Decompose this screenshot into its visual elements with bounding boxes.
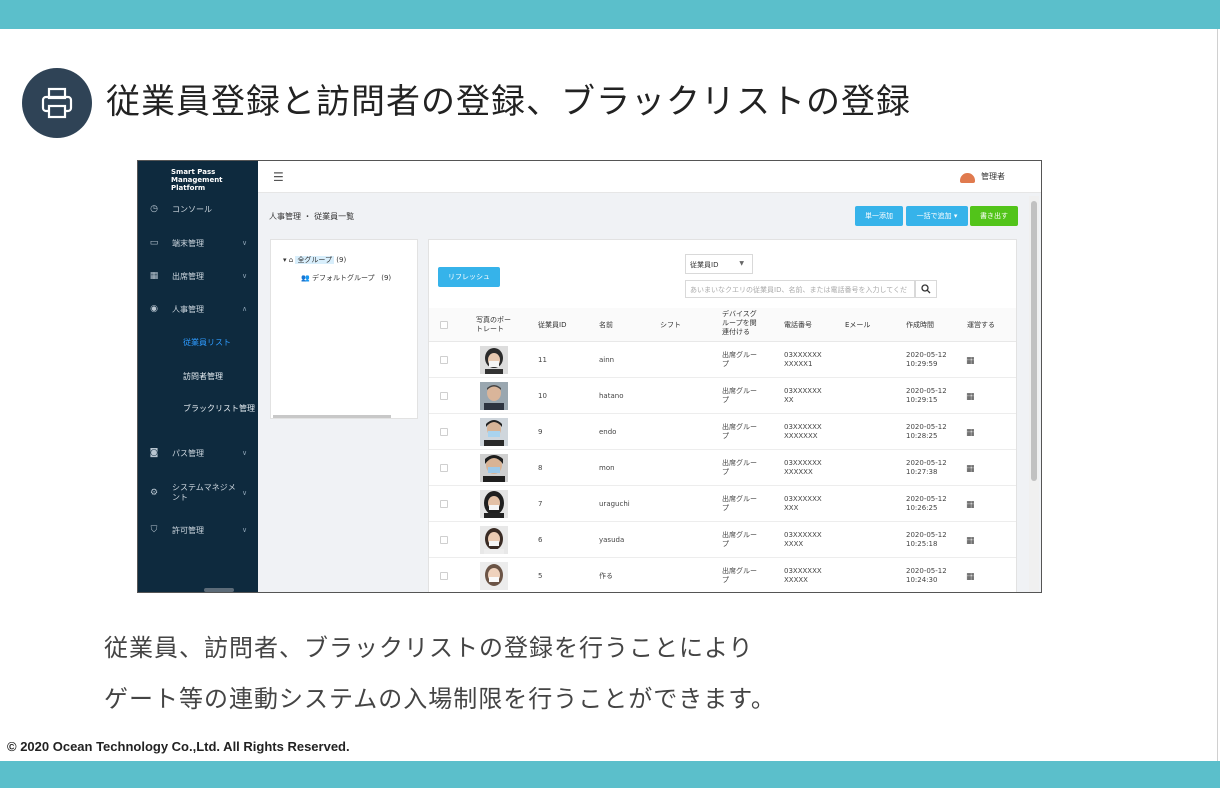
- console-icon: ◷: [150, 204, 158, 214]
- sidebar-item-device[interactable]: ▭ 端末管理 ∨: [138, 233, 258, 253]
- user-name[interactable]: 管理者: [981, 171, 1005, 182]
- top-accent-bar: [0, 0, 1220, 29]
- col-created: 作成時間: [906, 321, 934, 329]
- row-checkbox[interactable]: [440, 428, 448, 436]
- col-photo: 写真のポートレート: [476, 316, 511, 333]
- table-header: 写真のポートレート 従業員ID 名前 シフト デバイスグループを関連付ける 電話…: [429, 308, 1016, 342]
- row-checkbox[interactable]: [440, 356, 448, 364]
- grid-icon[interactable]: ▦: [966, 536, 975, 546]
- sidebar-scrollbar[interactable]: [204, 588, 234, 592]
- grid-icon[interactable]: ▦: [966, 572, 975, 582]
- table-row[interactable]: 10 hatano 出席グループ 03XXXXXXXX 2020-05-12 1…: [429, 378, 1016, 414]
- col-group: デバイスグループを関連付ける: [722, 310, 757, 336]
- menu-collapse-icon[interactable]: ☰: [273, 170, 284, 184]
- bottom-accent-bar: [0, 761, 1220, 788]
- chevron-down-icon: ∨: [242, 239, 248, 247]
- sidebar-item-hr[interactable]: ◉ 人事管理 ∧: [138, 299, 258, 319]
- app-screenshot: Smart Pass Management Platform ◷ コンソール ▭…: [137, 160, 1042, 593]
- col-operate: 運営する: [967, 321, 995, 329]
- row-checkbox[interactable]: [440, 500, 448, 508]
- sidebar-subitem-visitor[interactable]: 訪問者管理: [183, 371, 223, 382]
- chevron-up-icon: ∧: [242, 305, 248, 313]
- printer-icon: [22, 68, 92, 138]
- sidebar-item-attendance[interactable]: ▦ 出席管理 ∨: [138, 266, 258, 286]
- home-icon: ⌂: [288, 256, 294, 264]
- employee-photo: [480, 418, 508, 446]
- chevron-down-icon: ▾: [951, 212, 958, 220]
- col-shift: シフト: [660, 321, 681, 329]
- grid-icon[interactable]: ▦: [966, 392, 975, 402]
- employee-photo: [480, 526, 508, 554]
- slide-border: [1217, 29, 1218, 761]
- page-scrollbar-thumb[interactable]: [1031, 201, 1037, 481]
- col-phone: 電話番号: [784, 321, 812, 329]
- calendar-icon: ▦: [149, 271, 159, 281]
- search-field-select[interactable]: 従業員ID ▼: [685, 254, 753, 274]
- chevron-down-icon: ∨: [242, 526, 248, 534]
- shield-icon: ⛉: [150, 525, 158, 535]
- users-icon: 👥: [301, 274, 310, 282]
- table-row[interactable]: 7 uraguchi 出席グループ 03XXXXXXXXX 2020-05-12…: [429, 486, 1016, 522]
- table-row[interactable]: 8 mon 出席グループ 03XXXXXXXXXXXX 2020-05-12 1…: [429, 450, 1016, 486]
- slide-title: 従業員登録と訪問者の登録、ブラックリストの登録: [106, 82, 911, 122]
- breadcrumb: 人事管理 ・ 従業員一覧: [269, 212, 355, 221]
- sidebar: Smart Pass Management Platform ◷ コンソール ▭…: [138, 161, 258, 592]
- search-icon: [921, 284, 931, 294]
- single-add-button[interactable]: 単一添加: [855, 206, 903, 226]
- gear-icon: ⚙: [149, 488, 159, 498]
- row-checkbox[interactable]: [440, 464, 448, 472]
- search-input[interactable]: あいまいなクエリの従業員ID、名前、または電話番号を入力してくだ: [685, 280, 915, 298]
- table-row[interactable]: 9 endo 出席グループ 03XXXXXXXXXXXXX 2020-05-12…: [429, 414, 1016, 450]
- description-line-2: ゲート等の連動システムの入場制限を行うことができます。: [104, 685, 776, 713]
- person-icon: ◉: [150, 304, 158, 314]
- col-name: 名前: [599, 321, 613, 329]
- user-avatar[interactable]: [960, 173, 975, 183]
- employee-photo: [480, 454, 508, 482]
- row-checkbox[interactable]: [440, 536, 448, 544]
- tree-child[interactable]: 👥 デフォルトグループ (9): [301, 273, 391, 283]
- table-row[interactable]: 11 ainn 出席グループ 03XXXXXXXXXXX1 2020-05-12…: [429, 342, 1016, 378]
- sidebar-subitem-employee-list[interactable]: 従業員リスト: [183, 337, 231, 348]
- employee-photo: [480, 346, 508, 374]
- sidebar-item-console[interactable]: ◷ コンソール: [138, 199, 258, 219]
- sidebar-subitem-blacklist[interactable]: ブラックリスト管理: [183, 404, 255, 414]
- grid-icon[interactable]: ▦: [966, 464, 975, 474]
- col-id: 従業員ID: [538, 321, 567, 329]
- caret-down-icon: ▾: [283, 256, 287, 264]
- bulk-add-button[interactable]: 一括で追加 ▾: [906, 206, 968, 226]
- chevron-down-icon: ∨: [242, 489, 248, 497]
- table-row[interactable]: 6 yasuda 出席グループ 03XXXXXXXXXX 2020-05-12 …: [429, 522, 1016, 558]
- device-icon: ▭: [149, 238, 159, 248]
- grid-icon[interactable]: ▦: [966, 428, 975, 438]
- tree-root[interactable]: ▾ ⌂ 全グループ (9): [283, 255, 346, 265]
- copyright: © 2020 Ocean Technology Co.,Ltd. All Rig…: [7, 739, 350, 754]
- caret-down-icon: ▼: [739, 260, 744, 267]
- sidebar-item-system[interactable]: ⚙ システムマネジメント ∨: [138, 479, 258, 507]
- sidebar-item-pass[interactable]: ◙ パス管理 ∨: [138, 443, 258, 463]
- row-checkbox[interactable]: [440, 572, 448, 580]
- refresh-button[interactable]: リフレッシュ: [438, 267, 500, 287]
- chevron-down-icon: ∨: [242, 449, 248, 457]
- employee-photo: [480, 382, 508, 410]
- row-checkbox[interactable]: [440, 392, 448, 400]
- tree-scrollbar[interactable]: [273, 415, 391, 418]
- employee-table-panel: リフレッシュ 従業員ID ▼ あいまいなクエリの従業員ID、名前、または電話番号…: [428, 239, 1017, 592]
- search-button[interactable]: [915, 280, 937, 298]
- export-button[interactable]: 書き出す: [970, 206, 1018, 226]
- pass-icon: ◙: [149, 448, 159, 458]
- sidebar-item-permission[interactable]: ⛉ 許可管理 ∨: [138, 520, 258, 540]
- col-email: Eメール: [845, 321, 871, 329]
- chevron-down-icon: ∨: [242, 272, 248, 280]
- grid-icon[interactable]: ▦: [966, 500, 975, 510]
- grid-icon[interactable]: ▦: [966, 356, 975, 366]
- employee-photo: [480, 562, 508, 590]
- select-all-checkbox[interactable]: [440, 321, 448, 329]
- description-line-1: 従業員、訪問者、ブラックリストの登録を行うことにより: [104, 634, 754, 662]
- app-header: [258, 161, 1041, 193]
- table-row[interactable]: 5 作る 出席グループ 03XXXXXXXXXXX 2020-05-12 10:…: [429, 558, 1016, 592]
- group-tree-panel: ▾ ⌂ 全グループ (9) 👥 デフォルトグループ (9): [270, 239, 418, 419]
- employee-photo: [480, 490, 508, 518]
- brand: Smart Pass Management Platform: [171, 168, 223, 192]
